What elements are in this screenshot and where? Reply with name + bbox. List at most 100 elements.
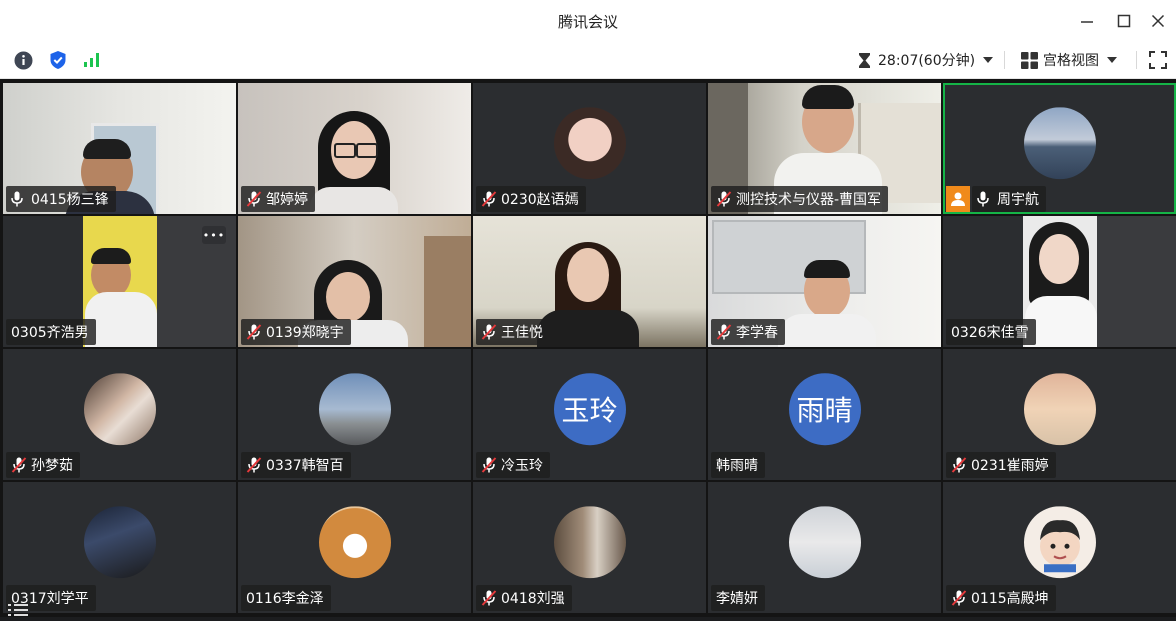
participant-tile[interactable]: 测控技术与仪器-曹国军 xyxy=(708,83,941,214)
toolbar-divider xyxy=(1136,51,1137,69)
fullscreen-icon[interactable] xyxy=(1148,50,1168,70)
participant-name: 周宇航 xyxy=(997,192,1039,208)
participant-avatar xyxy=(1023,106,1096,179)
microphone-muted-icon xyxy=(481,589,497,607)
participant-tile[interactable]: 雨晴韩雨晴 xyxy=(708,349,941,480)
more-options-icon[interactable]: ••• xyxy=(202,226,226,244)
participant-name: 0415杨三锋 xyxy=(31,192,109,208)
participant-namebar: 王佳悦 xyxy=(476,319,550,345)
participant-avatar xyxy=(318,505,391,578)
microphone-muted-icon xyxy=(481,456,497,474)
close-icon[interactable] xyxy=(1143,8,1173,34)
timer-text: 28:07(60分钟) xyxy=(878,53,976,69)
participant-name: 0418刘强 xyxy=(501,591,565,607)
participant-namebar: 测控技术与仪器-曹国军 xyxy=(711,186,889,212)
participant-namebar: 0139郑晓宇 xyxy=(241,319,351,345)
participant-tile[interactable]: 0231崔雨婷 xyxy=(943,349,1176,480)
participant-namebar: 0230赵语嫣 xyxy=(476,186,586,212)
window-title: 腾讯会议 xyxy=(557,13,618,31)
participant-tile[interactable]: ••• 0305齐浩男 xyxy=(3,216,236,347)
toolbar-divider xyxy=(1004,51,1005,69)
participant-namebar: 0231崔雨婷 xyxy=(946,452,1056,478)
participant-name: 王佳悦 xyxy=(501,325,543,341)
participant-tile[interactable]: 0418刘强 xyxy=(473,482,706,613)
grid-view-icon xyxy=(1021,51,1038,69)
microphone-muted-icon xyxy=(716,323,732,341)
participant-name: 0139郑晓宇 xyxy=(266,325,344,341)
participant-namebar: 邹婷婷 xyxy=(241,186,315,212)
participant-namebar: 0305齐浩男 xyxy=(6,319,96,345)
participant-name: 0230赵语嫣 xyxy=(501,192,579,208)
microphone-muted-icon xyxy=(11,456,27,474)
participant-tile[interactable]: 玉玲 冷玉玲 xyxy=(473,349,706,480)
participant-avatar xyxy=(83,505,156,578)
participant-namebar: 0418刘强 xyxy=(476,585,572,611)
microphone-icon xyxy=(11,190,27,208)
participant-tile[interactable]: 王佳悦 xyxy=(473,216,706,347)
participant-name: 0305齐浩男 xyxy=(11,325,89,341)
participant-avatar xyxy=(788,505,861,578)
participant-namebar: 韩雨晴 xyxy=(711,452,765,478)
participant-namebar: 0326宋佳雪 xyxy=(946,319,1036,345)
info-icon[interactable] xyxy=(13,50,33,70)
participant-name: 孙梦茹 xyxy=(31,458,73,474)
participant-tile[interactable]: 0317刘学平 xyxy=(3,482,236,613)
participant-namebar: 0116李金泽 xyxy=(241,585,331,611)
view-switch-button[interactable]: 宫格视图 xyxy=(1021,48,1117,72)
participant-avatar xyxy=(1023,372,1096,445)
participant-tile[interactable]: 0337韩智百 xyxy=(238,349,471,480)
window-titlebar: 腾讯会议 xyxy=(0,0,1176,42)
maximize-icon[interactable] xyxy=(1109,8,1139,34)
participant-avatar xyxy=(553,106,626,179)
microphone-muted-icon xyxy=(246,190,262,208)
signal-icon[interactable] xyxy=(82,50,102,70)
participant-name: 韩雨晴 xyxy=(716,458,758,474)
participant-tile[interactable]: 李婧妍 xyxy=(708,482,941,613)
participant-avatar: 玉玲 xyxy=(553,372,626,445)
microphone-muted-icon xyxy=(716,190,732,208)
microphone-icon xyxy=(977,190,993,208)
microphone-muted-icon xyxy=(246,323,262,341)
participant-tile[interactable]: 0415杨三锋 xyxy=(3,83,236,214)
participant-avatar xyxy=(1023,505,1096,578)
participant-tile[interactable]: 0326宋佳雪 xyxy=(943,216,1176,347)
participant-tile[interactable]: 0115高殿坤 xyxy=(943,482,1176,613)
participant-name: 李婧妍 xyxy=(716,591,758,607)
participant-namebar: 0337韩智百 xyxy=(241,452,351,478)
microphone-muted-icon xyxy=(481,190,497,208)
meeting-timer[interactable]: 28:07(60分钟) xyxy=(858,48,994,72)
participant-grid: 0415杨三锋 邹婷婷 0230赵语嫣 测控技术与仪器-曹国军 周宇航 ••• 030… xyxy=(0,79,1176,617)
microphone-muted-icon xyxy=(246,456,262,474)
hourglass-icon xyxy=(858,52,871,69)
participant-tile[interactable]: 李学春 xyxy=(708,216,941,347)
participant-tile[interactable]: 周宇航 xyxy=(943,83,1176,214)
chevron-down-icon xyxy=(983,57,994,63)
participant-name: 0337韩智百 xyxy=(266,458,344,474)
participant-namebar: 0415杨三锋 xyxy=(6,186,116,212)
participant-name: 0116李金泽 xyxy=(246,591,324,607)
participant-namebar: 0115高殿坤 xyxy=(946,585,1056,611)
shield-icon[interactable] xyxy=(48,50,68,70)
participant-namebar: 周宇航 xyxy=(972,186,1046,212)
participant-avatar xyxy=(553,505,626,578)
minimize-icon[interactable] xyxy=(1072,8,1102,34)
host-icon xyxy=(946,186,970,212)
participant-name: 0115高殿坤 xyxy=(971,591,1049,607)
participant-name: 李学春 xyxy=(736,325,778,341)
participant-name: 测控技术与仪器-曹国军 xyxy=(736,192,882,208)
participant-avatar: 雨晴 xyxy=(788,372,861,445)
participant-name: 冷玉玲 xyxy=(501,458,543,474)
participant-tile[interactable]: 邹婷婷 xyxy=(238,83,471,214)
participant-namebar: 孙梦茹 xyxy=(6,452,80,478)
list-icon[interactable] xyxy=(8,602,30,616)
participant-namebar: 李学春 xyxy=(711,319,785,345)
participant-avatar xyxy=(318,372,391,445)
participant-tile[interactable]: 孙梦茹 xyxy=(3,349,236,480)
participant-tile[interactable]: 0139郑晓宇 xyxy=(238,216,471,347)
participant-name: 0231崔雨婷 xyxy=(971,458,1049,474)
view-label: 宫格视图 xyxy=(1043,53,1099,69)
microphone-muted-icon xyxy=(951,456,967,474)
microphone-muted-icon xyxy=(481,323,497,341)
participant-tile[interactable]: 0116李金泽 xyxy=(238,482,471,613)
participant-tile[interactable]: 0230赵语嫣 xyxy=(473,83,706,214)
